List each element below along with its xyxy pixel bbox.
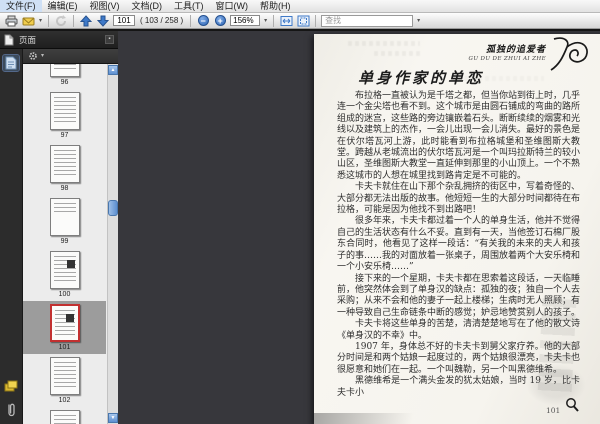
panel-tab-strip bbox=[0, 49, 22, 424]
print-button[interactable] bbox=[4, 14, 18, 28]
thumbnail-image[interactable] bbox=[50, 304, 80, 342]
zoom-dropdown-caret[interactable]: ▾ bbox=[263, 18, 268, 24]
zoom-in-icon: + bbox=[215, 15, 226, 26]
email-button[interactable] bbox=[21, 14, 35, 28]
find-input[interactable] bbox=[321, 15, 413, 27]
document-viewport[interactable]: 孤独的追爱者 GU DU DE ZHUI AI ZHE 单身作家的单恋 布拉格一… bbox=[118, 31, 600, 424]
thumbnail-image[interactable] bbox=[50, 251, 80, 289]
thumbnails-panel: ▾ 96 97 98 bbox=[22, 49, 118, 424]
gear-icon[interactable] bbox=[28, 51, 38, 61]
fit-page-icon bbox=[297, 15, 310, 27]
find-dropdown-caret[interactable]: ▾ bbox=[416, 18, 421, 24]
thumbnail-label: 100 bbox=[59, 290, 71, 299]
paragraph: 很多年来，卡夫卡都过着一个人的单身生活，他并不觉得自己的生活状态有什么不妥。直到… bbox=[337, 216, 580, 273]
attachments-panel-tab[interactable] bbox=[3, 402, 19, 418]
page-count-label: ( 103 / 258 ) bbox=[138, 16, 185, 25]
main-area: 页面 ▪ bbox=[0, 29, 600, 424]
thumbnail-label: 102 bbox=[59, 396, 71, 405]
thumbnail-label: 96 bbox=[61, 78, 69, 87]
arrow-down-icon bbox=[97, 15, 109, 27]
previous-view-icon bbox=[55, 15, 67, 27]
panel-title: 页面 bbox=[19, 34, 100, 46]
next-page-button[interactable] bbox=[96, 14, 110, 28]
previous-page-button[interactable] bbox=[79, 14, 93, 28]
fit-width-button[interactable] bbox=[279, 14, 293, 28]
menu-item-file[interactable]: 文件(F) bbox=[0, 0, 42, 12]
thumbnail-page-99[interactable]: 99 bbox=[23, 195, 106, 248]
printer-icon bbox=[5, 15, 18, 27]
thumbnail-label: 97 bbox=[61, 131, 69, 140]
menu-bar: 文件(F) 编辑(E) 视图(V) 文档(D) 工具(T) 窗口(W) 帮助(H… bbox=[0, 0, 600, 13]
panel-options-button[interactable]: ▪ bbox=[105, 35, 114, 44]
comments-icon bbox=[4, 380, 18, 392]
zoom-in-button[interactable]: + bbox=[213, 14, 227, 28]
thumbnail-image[interactable] bbox=[50, 410, 80, 424]
thumbnail-page-97[interactable]: 97 bbox=[23, 89, 106, 142]
zoom-out-button[interactable]: − bbox=[196, 14, 210, 28]
page-icon bbox=[4, 34, 14, 46]
book-title-pinyin: GU DU DE ZHUI AI ZHE bbox=[432, 56, 546, 62]
thumbnail-page-96[interactable]: 96 bbox=[23, 64, 106, 89]
page-number-input[interactable] bbox=[113, 15, 135, 26]
thumbnail-list: 96 97 98 99 bbox=[23, 64, 118, 424]
thumbnail-scrollbar[interactable]: ▲ ▼ bbox=[107, 64, 118, 424]
email-icon bbox=[22, 15, 35, 27]
toolbar: ▾ ( 103 / 258 ) − + ▾ bbox=[0, 13, 600, 29]
thumbnail-image[interactable] bbox=[50, 92, 80, 130]
thumbnail-page-98[interactable]: 98 bbox=[23, 142, 106, 195]
scroll-down-button[interactable]: ▼ bbox=[108, 413, 118, 423]
scrollbar-thumb[interactable] bbox=[108, 200, 118, 216]
pages-panel-tab[interactable] bbox=[3, 55, 19, 71]
paperclip-icon bbox=[5, 402, 17, 418]
fit-width-icon bbox=[280, 15, 293, 27]
options-dropdown-caret[interactable]: ▾ bbox=[40, 53, 45, 59]
ornament-swirl-icon bbox=[548, 36, 590, 72]
page-number: 101 bbox=[546, 406, 560, 415]
book-page: 孤独的追爱者 GU DU DE ZHUI AI ZHE 单身作家的单恋 布拉格一… bbox=[314, 34, 600, 424]
thumbnail-image[interactable] bbox=[50, 64, 80, 77]
comments-panel-tab[interactable] bbox=[3, 378, 19, 394]
thumbnail-image[interactable] bbox=[50, 357, 80, 395]
running-header: 孤独的追爱者 GU DU DE ZHUI AI ZHE bbox=[432, 42, 546, 62]
thumbnail-image[interactable] bbox=[50, 198, 80, 236]
thumbnail-page-103[interactable] bbox=[23, 407, 106, 424]
paragraph: 卡夫卡就住在山下那个杂乱拥挤的街区中，写着奇怪的、大部分都无法出版的故事。他短短… bbox=[337, 182, 580, 216]
menu-item-help[interactable]: 帮助(H) bbox=[254, 0, 297, 12]
pages-tab-icon bbox=[5, 56, 17, 70]
thumbnail-page-102[interactable]: 102 bbox=[23, 354, 106, 407]
menu-item-window[interactable]: 窗口(W) bbox=[210, 0, 255, 12]
menu-item-edit[interactable]: 编辑(E) bbox=[42, 0, 84, 12]
thumbnail-page-101-selected[interactable]: 101 bbox=[23, 301, 106, 354]
arrow-up-icon bbox=[80, 15, 92, 27]
book-title: 孤独的追爱者 bbox=[432, 42, 546, 55]
previous-view-button[interactable] bbox=[54, 14, 68, 28]
menu-item-tools[interactable]: 工具(T) bbox=[168, 0, 210, 12]
email-dropdown-caret[interactable]: ▾ bbox=[38, 18, 43, 24]
paragraph: 布拉格一直被认为是千塔之都，但当你站到街上时，几乎连一个金尖塔也看不到。这个城市… bbox=[337, 91, 580, 182]
zoom-cursor-icon bbox=[564, 397, 580, 413]
zoom-level-input[interactable] bbox=[230, 15, 260, 26]
thumbnail-image[interactable] bbox=[50, 145, 80, 183]
zoom-out-icon: − bbox=[198, 15, 209, 26]
menu-item-document[interactable]: 文档(D) bbox=[126, 0, 169, 12]
menu-item-view[interactable]: 视图(V) bbox=[84, 0, 126, 12]
thumbnail-page-100[interactable]: 100 bbox=[23, 248, 106, 301]
thumbnail-label: 101 bbox=[59, 343, 71, 352]
chapter-title: 单身作家的单恋 bbox=[358, 67, 484, 88]
thumbnail-label: 98 bbox=[61, 184, 69, 193]
thumbnails-options-bar: ▾ bbox=[23, 49, 118, 64]
thumbnail-label: 99 bbox=[61, 237, 69, 246]
pages-panel-header: 页面 ▪ bbox=[0, 31, 118, 49]
fit-page-button[interactable] bbox=[296, 14, 310, 28]
navigation-sidebar: 页面 ▪ bbox=[0, 31, 118, 424]
scroll-up-button[interactable]: ▲ bbox=[108, 65, 118, 75]
